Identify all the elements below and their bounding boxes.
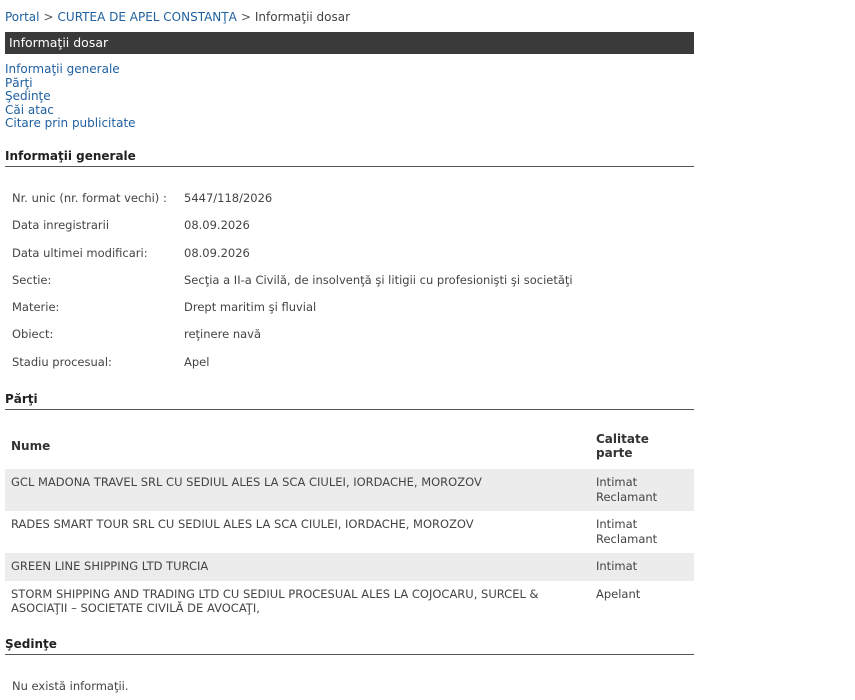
info-value: Apel [184, 354, 210, 369]
general-info-list: Nr. unic (nr. format vechi) : 5447/118/20… [5, 185, 694, 376]
info-row: Obiect: reţinere navă [5, 321, 694, 348]
breadcrumb-current: Informaţii dosar [254, 10, 351, 24]
breadcrumb-court-link[interactable]: CURTEA DE APEL CONSTANŢA [58, 10, 237, 24]
party-role-primary: Apelant [596, 586, 641, 601]
party-name: RADES SMART TOUR SRL CU SEDIUL ALES LA S… [11, 517, 474, 532]
info-value: 08.09.2026 [184, 218, 250, 233]
table-row: STORM SHIPPING AND TRADING LTD CU SEDIUL… [5, 581, 694, 623]
table-header-row: Nume Calitate parte [5, 428, 694, 469]
section-heading-informatii-generale: Informaţii generale [5, 149, 694, 167]
info-row: Data inregistrarii 08.09.2026 [5, 212, 694, 239]
breadcrumb-separator: > [240, 10, 251, 24]
nav-link-citare-publicitate[interactable]: Citare prin publicitate [5, 117, 694, 131]
breadcrumb-portal-link[interactable]: Portal [5, 10, 39, 24]
info-value: 5447/118/2026 [184, 190, 273, 205]
party-name: STORM SHIPPING AND TRADING LTD CU SEDIUL… [11, 586, 539, 616]
info-label: Materie: [12, 300, 60, 315]
nav-link-parti[interactable]: Părţi [5, 76, 694, 91]
info-row: Stadiu procesual: Apel [5, 349, 694, 376]
party-name: GREEN LINE SHIPPING LTD TURCIA [5, 553, 590, 581]
column-header-nume: Nume [11, 439, 51, 454]
section-nav: Informaţii generale Părţi Şedinţe Căi at… [5, 62, 694, 131]
party-role-primary: Intimat [596, 517, 638, 532]
party-role-primary: Intimat [596, 475, 638, 490]
parti-table: Nume Calitate parte GCL MADONA TRAVEL SR… [5, 428, 694, 623]
nav-link-cai-atac[interactable]: Căi atac [5, 103, 694, 118]
nav-link-informatii-generale[interactable]: Informaţii generale [5, 62, 694, 77]
party-role: Intimat Reclamant [590, 469, 694, 512]
page-title: Informaţii dosar [9, 35, 109, 50]
info-value: Drept maritim şi fluvial [184, 300, 317, 315]
info-label: Nr. unic (nr. format vechi) : [12, 190, 167, 205]
breadcrumb-separator: > [43, 10, 54, 24]
page-title-bar: Informaţii dosar [5, 32, 694, 54]
party-role: Intimat Reclamant [590, 511, 694, 553]
party-name: GCL MADONA TRAVEL SRL CU SEDIUL ALES LA … [5, 469, 590, 512]
sedinte-empty-message: Nu există informaţii. [12, 678, 129, 693]
info-label: Sectie: [12, 272, 52, 287]
section-heading-parti: Părţi [5, 392, 694, 411]
info-label: Data ultimei modificari: [12, 245, 148, 260]
info-row: Sectie: Secţia a II-a Civilă, de insolven… [5, 267, 694, 294]
info-row: Nr. unic (nr. format vechi) : 5447/118/20… [5, 185, 694, 212]
info-label: Stadiu procesual: [12, 354, 112, 369]
info-value: 08.09.2026 [184, 245, 250, 260]
info-value: Secţia a II-a Civilă, de insolvenţă şi l… [184, 272, 573, 287]
info-value: reţinere navă [184, 327, 262, 342]
info-row: Materie: Drept maritim şi fluvial [5, 294, 694, 321]
party-role: Apelant [590, 581, 694, 623]
party-role-primary: Intimat [596, 559, 638, 574]
party-role-secondary: Reclamant [596, 531, 658, 546]
table-row: GCL MADONA TRAVEL SRL CU SEDIUL ALES LA … [5, 469, 694, 512]
table-row: RADES SMART TOUR SRL CU SEDIUL ALES LA S… [5, 511, 694, 553]
info-label: Data inregistrarii [12, 218, 110, 233]
party-role: Intimat [590, 553, 694, 581]
party-role-secondary: Reclamant [596, 489, 658, 504]
column-header-calitate: Calitate parte [596, 432, 649, 461]
section-heading-sedinte: Şedinţe [5, 637, 694, 655]
info-row: Data ultimei modificari: 08.09.2026 [5, 240, 694, 267]
table-row: GREEN LINE SHIPPING LTD TURCIA Intimat [5, 553, 694, 581]
info-label: Obiect: [12, 327, 54, 342]
breadcrumb: Portal > CURTEA DE APEL CONSTANŢA > Informaţ… [5, 9, 694, 25]
nav-link-sedinte[interactable]: Şedinţe [5, 90, 694, 104]
